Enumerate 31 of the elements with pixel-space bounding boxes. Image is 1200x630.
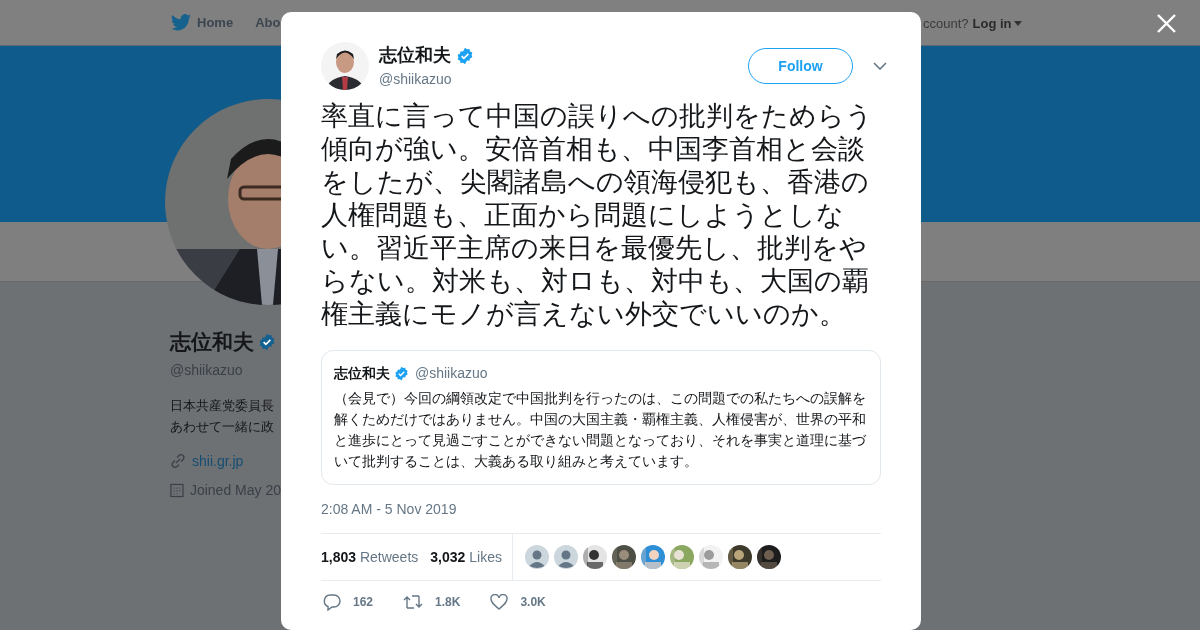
quoted-tweet-card[interactable]: 志位和夫 @shiikazuo （会見で）今回の綱領改定で中国批判を行ったのは、この問題での私たちへの誤解を解くためだけではありません。中国の大国主義・覇権主義、人権侵害が、世界の平和と進歩にとって見過ごすことができない問題となっており、それを事実と道理に基づいて批判することは、大義ある取り組みと考えています。 — [321, 350, 881, 485]
close-icon[interactable] — [1157, 14, 1176, 33]
author-name: 志位和夫 — [379, 44, 451, 67]
quoted-tweet-text: （会見で）今回の綱領改定で中国批判を行ったのは、この問題での私たちへの誤解を解くためだけではありません。中国の大国主義・覇権主義、人権侵害が、世界の平和と進歩にとって見過ごすことができない問題となっており、それを事実と道理に基づいて批判することは、大義ある取り組みと考えています。 — [334, 389, 867, 471]
author-handle: @shiikazuo — [379, 70, 453, 89]
quoted-author-name: 志位和夫 — [334, 364, 390, 383]
action-count: 3.0K — [520, 594, 546, 611]
action-count: 162 — [353, 594, 374, 611]
bird-icon — [171, 14, 191, 31]
nav-link[interactable]: Abo — [255, 12, 281, 33]
retweet-icon[interactable] — [403, 594, 424, 610]
speech-bubble-icon[interactable] — [323, 593, 341, 611]
website-link[interactable]: shii.gr.jp — [192, 450, 244, 472]
tweet-timestamp: 2:08 AM - 5 Nov 2019 — [321, 500, 458, 519]
nav-link[interactable]: Home — [171, 12, 234, 33]
action-count: 1.8K — [435, 594, 461, 611]
quoted-author-handle: @shiikazuo — [415, 364, 488, 383]
stat-link[interactable]: 1,803 Retweets — [321, 546, 419, 568]
default-avatar-icon[interactable] — [524, 545, 549, 569]
profile-name: 志位和夫 — [170, 329, 254, 355]
chevron-down-icon[interactable] — [873, 62, 887, 70]
stat-link[interactable]: 3,032 Likes — [430, 546, 502, 568]
calendar-icon — [170, 482, 184, 498]
tweet-text: 率直に言って中国の誤りへの批判をためらう傾向が強い。安倍首相も、中国李首相と会談をしたが、尖閣諸島への領海侵犯も、香港の人権問題も、正面から問題にしようとしない。習近平主席の来日を最優先し、批判をやらない。対米も、対ロも、対中も、大国の覇権主義にモノが言えない外交でいいのか。 — [321, 100, 874, 331]
verified-badge-icon — [258, 332, 276, 351]
default-avatar-icon[interactable] — [553, 545, 578, 569]
heart-icon[interactable] — [490, 594, 509, 610]
login-link[interactable]: Log in — [972, 14, 1022, 34]
account-prompt: ccount? — [923, 15, 969, 33]
caret-icon — [1013, 21, 1022, 27]
link-icon — [170, 453, 186, 469]
